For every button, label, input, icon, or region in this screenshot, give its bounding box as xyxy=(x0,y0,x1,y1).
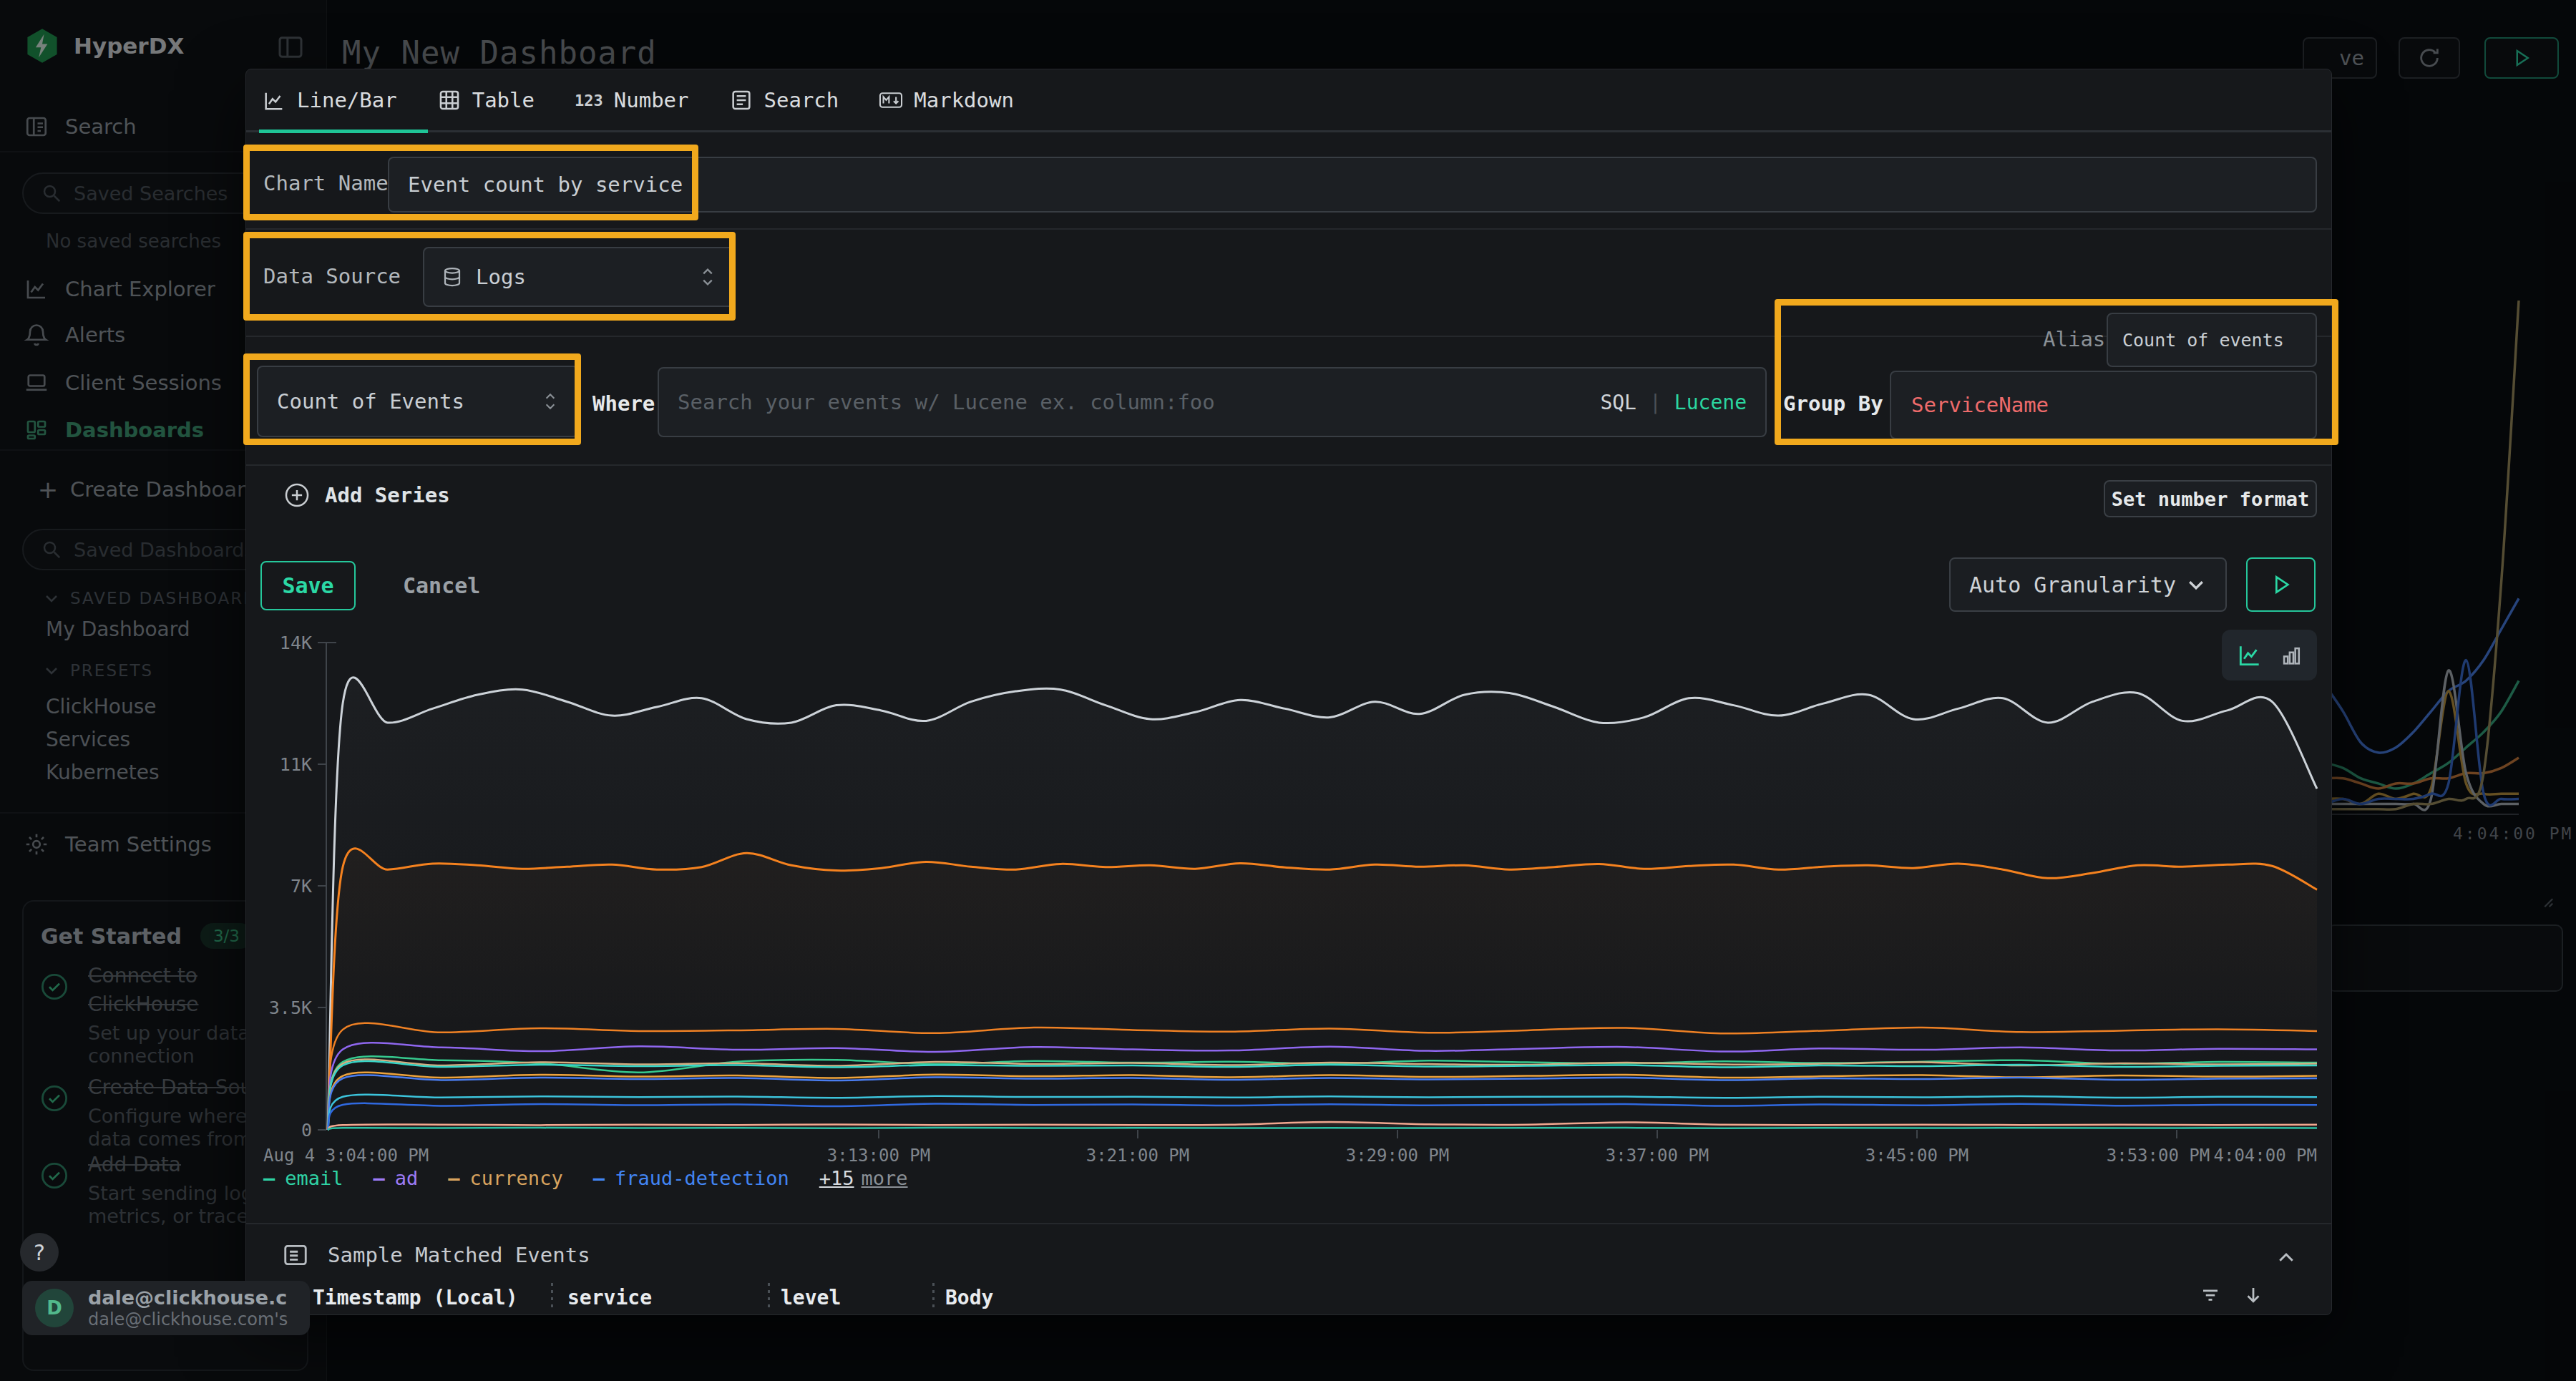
number-icon: 123 xyxy=(575,92,603,109)
sample-matched-events-header[interactable]: Sample Matched Events xyxy=(282,1241,590,1269)
svg-text:7K: 7K xyxy=(291,876,312,897)
save-button[interactable]: Save xyxy=(260,561,356,610)
tab-markdown[interactable]: Markdown xyxy=(879,88,1014,112)
divider xyxy=(246,1223,2331,1224)
legend-item-ad[interactable]: —ad xyxy=(374,1167,419,1189)
sort-descending-icon[interactable] xyxy=(2243,1284,2264,1306)
filter-icon[interactable] xyxy=(2200,1284,2221,1306)
divider xyxy=(246,228,2331,230)
svg-text:3:13:00 PM: 3:13:00 PM xyxy=(827,1146,931,1166)
svg-text:14K: 14K xyxy=(280,633,312,653)
tab-number[interactable]: 123Number xyxy=(575,88,689,112)
svg-text:3:29:00 PM: 3:29:00 PM xyxy=(1346,1146,1450,1166)
where-label: Where xyxy=(592,391,655,416)
help-button[interactable]: ? xyxy=(20,1233,59,1272)
tab-table[interactable]: Table xyxy=(437,88,535,112)
legend-item-email[interactable]: —email xyxy=(263,1167,343,1189)
legend-more-link[interactable]: +15more xyxy=(819,1167,908,1189)
svg-text:3.5K: 3.5K xyxy=(269,997,312,1018)
svg-text:3:37:00 PM: 3:37:00 PM xyxy=(1606,1146,1709,1166)
cancel-button[interactable]: Cancel xyxy=(403,561,480,610)
legend-item-fraud-detection[interactable]: —fraud-detection xyxy=(593,1167,789,1189)
svg-text:3:45:00 PM: 3:45:00 PM xyxy=(1865,1146,1969,1166)
tab-line-bar[interactable]: Line/Bar xyxy=(262,88,397,112)
main-chart: 0 3.5K 7K 11K 14K Aug 4 3:04:00 PM 3:13:00 PM 3… xyxy=(246,630,2331,1174)
svg-text:Aug 4 3:04:00 PM: Aug 4 3:04:00 PM xyxy=(263,1146,429,1166)
user-name: dale@clickhouse.c xyxy=(88,1287,288,1309)
chart-legend: —email —ad —currency —fraud-detection +15mor… xyxy=(263,1167,908,1189)
set-number-format-button[interactable]: Set number format xyxy=(2104,480,2317,517)
table-icon xyxy=(437,88,462,112)
svg-text:0: 0 xyxy=(301,1120,312,1141)
column-separator[interactable] xyxy=(932,1283,935,1310)
column-header-body[interactable]: Body xyxy=(945,1286,993,1309)
column-separator[interactable] xyxy=(768,1283,770,1310)
user-email: dale@clickhouse.com's xyxy=(88,1309,288,1329)
avatar: D xyxy=(35,1289,74,1327)
list-icon xyxy=(282,1241,309,1269)
legend-item-currency[interactable]: —currency xyxy=(448,1167,562,1189)
svg-text:4:04:00 PM: 4:04:00 PM xyxy=(2214,1146,2318,1166)
plus-circle-icon xyxy=(283,482,311,509)
collapse-section-icon[interactable] xyxy=(2275,1247,2297,1269)
annotation-box-aggregation xyxy=(243,353,581,445)
column-header-timestamp-local-[interactable]: Timestamp (Local) xyxy=(313,1286,518,1309)
annotation-box-group-by xyxy=(1775,299,2338,445)
linechart-icon xyxy=(262,88,286,112)
annotation-box-data-source xyxy=(243,232,736,321)
annotation-box-chart-name xyxy=(243,145,698,220)
markdown-icon xyxy=(879,88,903,112)
svg-text:3:53:00 PM: 3:53:00 PM xyxy=(2107,1146,2210,1166)
events-table-header: Timestamp (Local) service level Body xyxy=(246,1279,2331,1316)
svg-text:3:21:00 PM: 3:21:00 PM xyxy=(1086,1146,1190,1166)
tabs-divider xyxy=(246,130,2331,132)
active-tab-underline xyxy=(259,130,428,133)
run-chart-button[interactable] xyxy=(2246,557,2316,612)
lucene-toggle[interactable]: Lucene xyxy=(1674,391,1747,414)
user-menu[interactable]: D dale@clickhouse.c dale@clickhouse.com'… xyxy=(22,1281,310,1335)
add-series-button[interactable]: Add Series xyxy=(283,482,450,509)
svg-text:11K: 11K xyxy=(280,754,312,775)
granularity-select[interactable]: Auto Granularity xyxy=(1949,557,2227,612)
chevron-down-icon xyxy=(2185,574,2207,595)
where-placeholder: Search your events w/ Lucene ex. column:… xyxy=(678,390,1215,414)
column-header-level[interactable]: level xyxy=(781,1286,841,1309)
sql-toggle[interactable]: SQL xyxy=(1600,391,1636,414)
play-icon xyxy=(2270,573,2293,596)
doc-icon xyxy=(729,88,753,112)
column-header-service[interactable]: service xyxy=(567,1286,652,1309)
where-input[interactable]: Search your events w/ Lucene ex. column:… xyxy=(658,367,1767,437)
column-separator[interactable] xyxy=(551,1283,553,1310)
divider xyxy=(246,464,2331,466)
tab-search[interactable]: Search xyxy=(729,88,839,112)
